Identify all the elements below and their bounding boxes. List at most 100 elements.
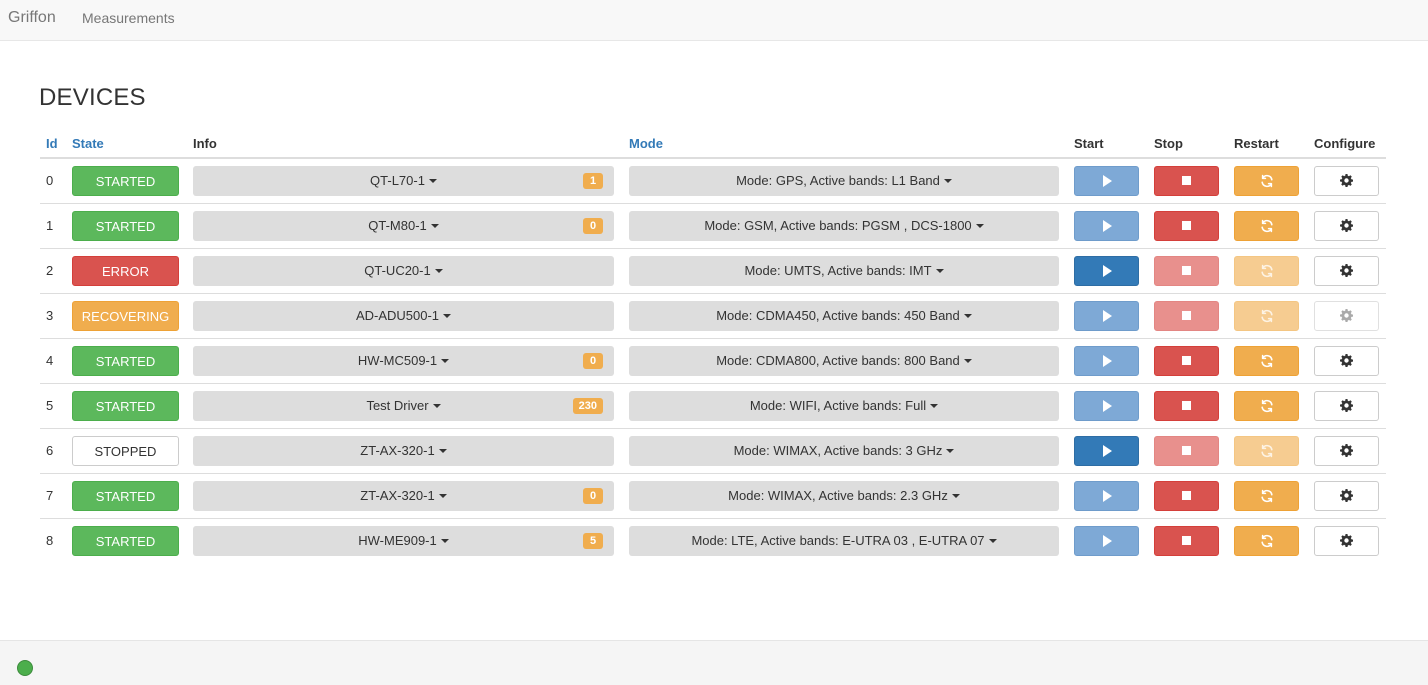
stop-button[interactable] <box>1154 345 1219 376</box>
column-header-state[interactable]: State <box>72 130 193 159</box>
configure-button[interactable] <box>1314 165 1379 196</box>
device-info-dropdown[interactable]: QT-UC20-1 <box>193 255 614 286</box>
mode-label: Mode: GSM, Active bands: PGSM , DCS-1800 <box>704 217 972 233</box>
mode-dropdown[interactable]: Mode: UMTS, Active bands: IMT <box>629 255 1059 286</box>
mode-dropdown[interactable]: Mode: CDMA800, Active bands: 800 Band <box>629 345 1059 376</box>
caret-down-icon <box>988 539 997 544</box>
brand-link[interactable]: Griffon <box>8 9 56 27</box>
restart-button[interactable] <box>1234 390 1299 421</box>
device-id: 3 <box>40 292 72 338</box>
configure-button[interactable] <box>1314 525 1379 556</box>
device-info-dropdown[interactable]: AD-ADU500-1 <box>193 300 614 331</box>
configure-button[interactable] <box>1314 210 1379 241</box>
stop-icon <box>1182 401 1191 410</box>
play-icon <box>1103 354 1112 367</box>
restart-button[interactable] <box>1234 210 1299 241</box>
restart-button[interactable] <box>1234 435 1299 466</box>
mode-dropdown[interactable]: Mode: GPS, Active bands: L1 Band <box>629 165 1059 196</box>
message-count-badge: 230 <box>572 397 603 414</box>
stop-button[interactable] <box>1154 435 1219 466</box>
mode-dropdown[interactable]: Mode: LTE, Active bands: E-UTRA 03 , E-U… <box>629 525 1059 556</box>
mode-dropdown[interactable]: Mode: WIFI, Active bands: Full <box>629 390 1059 421</box>
configure-button[interactable] <box>1314 390 1379 421</box>
mode-dropdown[interactable]: Mode: WIMAX, Active bands: 3 GHz <box>629 435 1059 466</box>
device-id: 5 <box>40 382 72 428</box>
column-header-id[interactable]: Id <box>40 130 72 159</box>
restart-button[interactable] <box>1234 255 1299 286</box>
stop-icon <box>1182 446 1191 455</box>
caret-down-icon <box>935 269 944 274</box>
mode-label: Mode: WIMAX, Active bands: 3 GHz <box>733 442 943 458</box>
table-row: 4 STARTED HW-MC509-1 0 Mode: CDMA800, Ac… <box>40 337 1386 383</box>
configure-button[interactable] <box>1314 480 1379 511</box>
play-icon <box>1103 219 1112 232</box>
configure-button[interactable] <box>1314 300 1379 331</box>
caret-down-icon <box>434 269 443 274</box>
nav-link-measurements[interactable]: Measurements <box>82 10 175 26</box>
start-button[interactable] <box>1074 345 1139 376</box>
device-info-dropdown[interactable]: HW-MC509-1 0 <box>193 345 614 376</box>
column-header-mode[interactable]: Mode <box>629 130 1074 159</box>
refresh-icon <box>1260 489 1274 503</box>
stop-button[interactable] <box>1154 255 1219 286</box>
mode-label: Mode: CDMA450, Active bands: 450 Band <box>716 307 960 323</box>
stop-button[interactable] <box>1154 210 1219 241</box>
device-info-dropdown[interactable]: ZT-AX-320-1 <box>193 435 614 466</box>
device-info-dropdown[interactable]: QT-L70-1 1 <box>193 165 614 196</box>
device-info-dropdown[interactable]: ZT-AX-320-1 0 <box>193 480 614 511</box>
column-header-stop: Stop <box>1154 130 1234 159</box>
stop-button[interactable] <box>1154 165 1219 196</box>
start-button[interactable] <box>1074 525 1139 556</box>
message-count-badge: 0 <box>583 352 603 369</box>
navbar: Griffon Measurements <box>0 0 1428 41</box>
play-icon <box>1103 174 1112 187</box>
caret-down-icon <box>943 179 952 184</box>
mode-dropdown[interactable]: Mode: GSM, Active bands: PGSM , DCS-1800 <box>629 210 1059 241</box>
mode-dropdown[interactable]: Mode: WIMAX, Active bands: 2.3 GHz <box>629 480 1059 511</box>
stop-button[interactable] <box>1154 480 1219 511</box>
start-button[interactable] <box>1074 255 1139 286</box>
caret-down-icon <box>951 494 960 499</box>
table-header-row: Id State Info Mode Start Stop Restart Co… <box>40 130 1386 159</box>
stop-button[interactable] <box>1154 300 1219 331</box>
configure-button[interactable] <box>1314 255 1379 286</box>
start-button[interactable] <box>1074 165 1139 196</box>
restart-button[interactable] <box>1234 525 1299 556</box>
start-button[interactable] <box>1074 390 1139 421</box>
table-row: 2 ERROR QT-UC20-1 Mode: UMTS, Active ban… <box>40 247 1386 293</box>
gear-icon <box>1340 219 1353 232</box>
configure-button[interactable] <box>1314 435 1379 466</box>
mode-label: Mode: GPS, Active bands: L1 Band <box>736 172 940 188</box>
device-info-label: AD-ADU500-1 <box>355 307 440 323</box>
configure-button[interactable] <box>1314 345 1379 376</box>
column-header-info: Info <box>193 130 629 159</box>
table-row: 7 STARTED ZT-AX-320-1 0 Mode: WIMAX, Act… <box>40 472 1386 518</box>
restart-button[interactable] <box>1234 480 1299 511</box>
device-id: 4 <box>40 337 72 383</box>
mode-label: Mode: CDMA800, Active bands: 800 Band <box>716 352 960 368</box>
caret-down-icon <box>963 314 972 319</box>
play-icon <box>1103 534 1112 547</box>
column-header-start: Start <box>1074 130 1154 159</box>
start-button[interactable] <box>1074 480 1139 511</box>
start-button[interactable] <box>1074 435 1139 466</box>
stop-button[interactable] <box>1154 390 1219 421</box>
restart-button[interactable] <box>1234 345 1299 376</box>
device-info-dropdown[interactable]: HW-ME909-1 5 <box>193 525 614 556</box>
caret-down-icon <box>975 224 984 229</box>
restart-button[interactable] <box>1234 165 1299 196</box>
mode-dropdown[interactable]: Mode: CDMA450, Active bands: 450 Band <box>629 300 1059 331</box>
stop-button[interactable] <box>1154 525 1219 556</box>
restart-button[interactable] <box>1234 300 1299 331</box>
mode-label: Mode: WIMAX, Active bands: 2.3 GHz <box>728 487 948 503</box>
caret-down-icon <box>438 449 447 454</box>
state-badge: STARTED <box>72 390 179 421</box>
mode-label: Mode: LTE, Active bands: E-UTRA 03 , E-U… <box>691 532 985 548</box>
start-button[interactable] <box>1074 210 1139 241</box>
refresh-icon <box>1260 174 1274 188</box>
device-info-dropdown[interactable]: QT-M80-1 0 <box>193 210 614 241</box>
start-button[interactable] <box>1074 300 1139 331</box>
device-id: 7 <box>40 472 72 518</box>
device-info-dropdown[interactable]: Test Driver 230 <box>193 390 614 421</box>
device-info-label: QT-UC20-1 <box>364 262 431 278</box>
